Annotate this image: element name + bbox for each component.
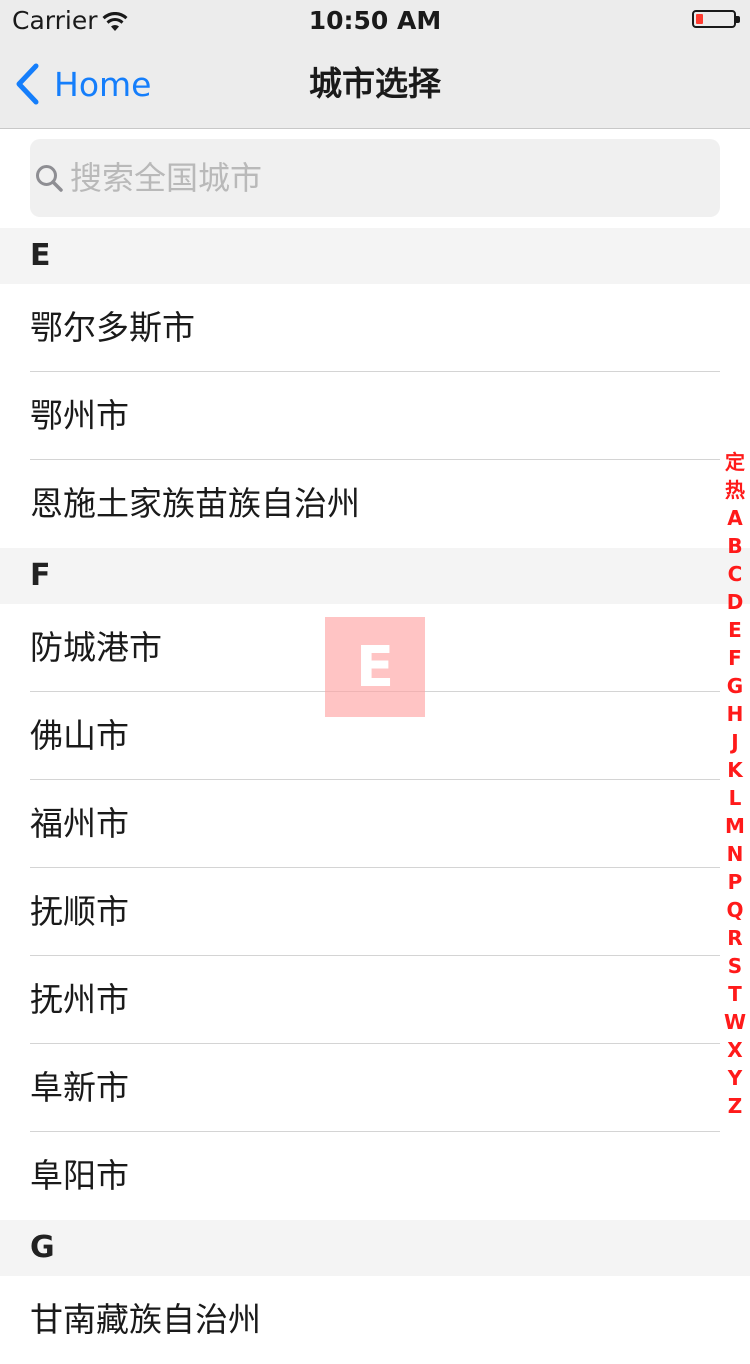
city-row[interactable]: 甘南藏族自治州	[0, 1276, 750, 1364]
city-name: 阜阳市	[30, 1156, 129, 1195]
index-letter[interactable]: S	[728, 952, 742, 980]
index-letter[interactable]: F	[728, 644, 742, 672]
city-row[interactable]: 抚州市	[0, 956, 750, 1044]
city-name: 阜新市	[30, 1068, 129, 1107]
city-name: 防城港市	[30, 628, 162, 667]
chevron-left-icon	[16, 63, 39, 105]
search-area	[0, 129, 750, 229]
index-letter[interactable]: W	[724, 1008, 746, 1036]
index-letter[interactable]: Z	[728, 1092, 743, 1120]
index-letter[interactable]: 定	[725, 448, 745, 476]
battery-level	[696, 14, 703, 24]
index-letter[interactable]: M	[725, 812, 745, 840]
city-row[interactable]: 抚顺市	[0, 868, 750, 956]
index-letter[interactable]: D	[727, 588, 744, 616]
index-letter[interactable]: X	[727, 1036, 742, 1064]
city-name: 抚州市	[30, 980, 129, 1019]
index-letter[interactable]: E	[728, 616, 742, 644]
city-name: 甘南藏族自治州	[30, 1300, 261, 1339]
index-letter[interactable]: J	[731, 728, 738, 756]
index-letter[interactable]: K	[727, 756, 743, 784]
back-button[interactable]: Home	[14, 40, 151, 128]
index-letter[interactable]: B	[727, 532, 742, 560]
city-name: 佛山市	[30, 716, 129, 755]
status-time: 10:50 AM	[308, 6, 442, 35]
index-letter[interactable]: N	[727, 840, 744, 868]
city-name: 福州市	[30, 804, 129, 843]
index-letter[interactable]: A	[727, 504, 742, 532]
search-icon	[36, 165, 63, 192]
city-name: 鄂州市	[30, 396, 129, 435]
city-list[interactable]: E 鄂尔多斯市鄂州市恩施土家族苗族自治州 F 防城港市佛山市福州市抚顺市抚州市阜新市阜…	[0, 228, 750, 1364]
index-letter[interactable]: C	[728, 560, 743, 588]
section-letter-overlay: E	[325, 617, 425, 717]
index-letter[interactable]: 热	[725, 476, 745, 504]
battery-icon	[692, 10, 740, 28]
section-header: F	[0, 548, 750, 604]
city-row[interactable]: 阜阳市	[0, 1132, 750, 1220]
search-input[interactable]	[68, 158, 672, 198]
city-name: 鄂尔多斯市	[30, 308, 195, 347]
index-letter[interactable]: P	[728, 868, 743, 896]
city-row[interactable]: 鄂州市	[0, 372, 750, 460]
index-letter[interactable]: R	[727, 924, 742, 952]
city-row[interactable]: 福州市	[0, 780, 750, 868]
alphabet-index[interactable]: 定热ABCDEFGHJKLMNPQRSTWXYZ	[720, 448, 750, 1120]
search-box[interactable]	[30, 139, 720, 217]
city-row[interactable]: 阜新市	[0, 1044, 750, 1132]
index-letter[interactable]: T	[728, 980, 742, 1008]
city-row[interactable]: 鄂尔多斯市	[0, 284, 750, 372]
index-letter[interactable]: L	[729, 784, 742, 812]
city-row[interactable]: 恩施土家族苗族自治州	[0, 460, 750, 548]
status-bar: Carrier 10:50 AM	[0, 0, 750, 40]
navigation-bar: Home 城市选择	[0, 40, 750, 129]
index-letter[interactable]: H	[727, 700, 744, 728]
city-name: 抚顺市	[30, 892, 129, 931]
section-header: G	[0, 1220, 750, 1276]
index-letter[interactable]: Y	[728, 1064, 742, 1092]
section-header: E	[0, 228, 750, 284]
city-name: 恩施土家族苗族自治州	[30, 484, 360, 523]
back-button-label: Home	[54, 64, 152, 104]
index-letter[interactable]: G	[727, 672, 743, 700]
index-letter[interactable]: Q	[726, 896, 743, 924]
